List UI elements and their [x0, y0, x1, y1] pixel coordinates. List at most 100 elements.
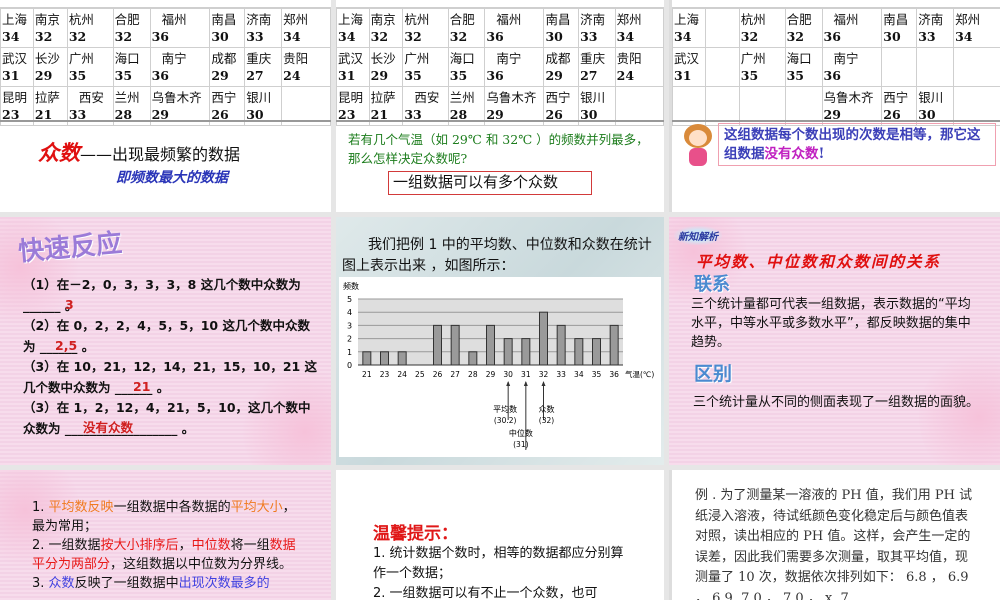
- table-cell: 长沙 29: [32, 47, 68, 87]
- exercise-answer: 2,5: [55, 338, 78, 353]
- temperature-value: [707, 67, 738, 84]
- temperature-value: 31: [2, 68, 20, 83]
- city-name: 南京: [370, 12, 396, 27]
- exercise-text: （3）在 10，21，12，14，21，15，10，21 这几个数中众数为 __…: [23, 359, 318, 395]
- summary-highlight: 众数: [48, 576, 75, 591]
- table-cell: 广州 35: [66, 47, 114, 87]
- x-tick-label: 34: [574, 370, 584, 379]
- city-name: 武汉: [338, 51, 364, 66]
- summary-text-segment: 将一组: [230, 538, 270, 553]
- bar: [468, 351, 478, 366]
- bar: [592, 338, 601, 366]
- city-name: 合肥: [114, 12, 140, 27]
- summary-point: 2. 一组数据按大小排序后，中位数将一组数据平分为两部分，这组数据以中位数为分界…: [32, 536, 300, 574]
- city-name: 郑州: [955, 12, 981, 27]
- temperature-value: [883, 67, 915, 84]
- table-cell: 郑州 34: [614, 8, 664, 48]
- table-top-row: [672, 0, 1000, 8]
- no-mode-note: 这组数据每个数出现的次数是相等，那它这组数据没有众数!: [718, 123, 996, 166]
- no-mode-highlight: 没有众数: [764, 146, 819, 162]
- slide-6-thumbnail[interactable]: 新知解析 平均数、中位数和众数间的关系 联系 三个统计量都可代表一组数据，表示数…: [669, 217, 1000, 465]
- table-bottom-rule: [672, 120, 1000, 122]
- table-cell: 南宁 36: [149, 47, 211, 87]
- city-name: [741, 89, 784, 106]
- table-row: 上海 34 南京 32 杭州 32 合肥 32 福州 36 南昌 30 济南 33 郑州 34: [0, 8, 331, 48]
- slide-3-thumbnail[interactable]: 上海 34 杭州 32 合肥 32 福州 36 南昌 30 济南 33 郑州 34 武汉 31 广州 35 海口…: [669, 0, 1000, 212]
- city-name: 南昌: [545, 12, 571, 27]
- bar: [521, 338, 531, 366]
- slide-7-thumbnail[interactable]: 1. 平均数反映一组数据中各数据的平均大小，最为常用； 2. 一组数据按大小排序后…: [0, 470, 331, 600]
- new-knowledge-badge: 新知解析: [674, 226, 722, 245]
- table-cell: 武汉 31: [0, 47, 34, 87]
- city-name: 银川: [918, 90, 944, 105]
- city-name: 南宁: [161, 51, 187, 66]
- city-name: 广州: [68, 51, 94, 66]
- city-name: 上海: [674, 12, 700, 27]
- no-mode-note-end: !: [818, 146, 825, 162]
- connection-text: 三个统计量都可代表一组数据，表示数据的“平均水平，中等水平或多数水平”，都反映数…: [691, 297, 971, 350]
- city-name: 成都: [211, 51, 237, 66]
- city-name: [617, 89, 662, 106]
- city-name: [707, 50, 738, 67]
- city-name: 昆明: [338, 90, 364, 105]
- table-row: 上海 34 南京 32 杭州 32 合肥 32 福州 36 南昌 30 济南 33 郑州 34: [336, 8, 664, 48]
- city-name: 广州: [404, 51, 430, 66]
- arrow-head-icon: [523, 381, 528, 386]
- temperature-value: 27: [580, 68, 598, 83]
- median-value: (31): [513, 440, 528, 449]
- ph-example-text: 例 . 为了测量某一溶液的 PH 值，我们用 PH 试纸浸入溶液，待试纸颜色变化…: [695, 488, 973, 600]
- summary-highlight: 出现次数最多的: [178, 576, 270, 591]
- mean-label: 平均数: [493, 404, 517, 414]
- city-temperature-table-partial: 上海 34 杭州 32 合肥 32 福州 36 南昌 30 济南 33 郑州 34 武汉 31 广州 35 海口…: [672, 8, 1000, 126]
- city-name: 西宁: [545, 90, 571, 105]
- slide-2-thumbnail[interactable]: 上海 34 南京 32 杭州 32 合肥 32 福州 36 南昌 30 济南 33 郑州 34 武汉 31 长沙 29…: [336, 0, 664, 212]
- slide-9-thumbnail[interactable]: 例 . 为了测量某一溶液的 PH 值，我们用 PH 试纸浸入溶液，待试纸颜色变化…: [669, 470, 1000, 600]
- tie-question: 若有几个气温（如 29℃ 和 32℃ ）的频数并列最多，那么怎样决定众数呢?: [348, 132, 649, 166]
- tips-title: 温馨提示：: [373, 524, 458, 544]
- slide-8-thumbnail[interactable]: 温馨提示： 1. 统计数据个数时，相等的数据都应分别算作一个数据； 2. 一组数…: [336, 470, 664, 600]
- temperature-value: 31: [674, 68, 692, 83]
- city-name: [283, 89, 329, 106]
- city-name: 福州: [833, 12, 859, 27]
- temperature-value: 32: [370, 29, 389, 44]
- table-cell: 上海 34: [336, 8, 370, 48]
- connection-heading: 联系: [694, 274, 730, 295]
- city-name: 南昌: [883, 12, 909, 27]
- temperature-value: 35: [404, 68, 422, 83]
- mode-term: 众数: [38, 140, 80, 165]
- temperature-value: 32: [114, 29, 133, 44]
- table-cell: 福州 36: [149, 8, 211, 48]
- city-name: 海口: [114, 51, 140, 66]
- temperature-value: 34: [338, 29, 356, 44]
- city-name: [674, 89, 704, 106]
- summary-highlight: 平均大小: [230, 500, 283, 515]
- x-tick-label: 36: [609, 370, 619, 379]
- arrow-head-icon: [506, 381, 511, 386]
- table-cell: [704, 8, 740, 48]
- summary-text-segment: 3.: [32, 576, 49, 591]
- temperature-value: 34: [616, 29, 635, 44]
- summary-text-segment: 1.: [32, 500, 49, 515]
- summary-highlight: 按大小排序后: [100, 538, 179, 553]
- slide-5-thumbnail[interactable]: 我们把例 1 中的平均数、中位数和众数在统计图上表示出来 ，如图所示： 0123…: [336, 217, 664, 465]
- chart-panel: 0 1 2 3 4 5 频数 21 23 24 25 26 27 28 29 30 31 32 33 34 35 36 气温…: [339, 277, 661, 457]
- summary-text-segment: 一组数据中各数据的: [113, 500, 231, 515]
- city-name: 上海: [338, 12, 364, 27]
- city-name: 上海: [2, 12, 28, 27]
- city-name: [955, 89, 1000, 106]
- slide-4-thumbnail[interactable]: 快速反应 （1）在－2，0，3，3，3，8 这几个数中众数为 ______ 。 3…: [0, 217, 331, 465]
- mode-label: 众数: [539, 404, 555, 414]
- city-name: [787, 89, 821, 106]
- temperature-value: 31: [338, 68, 356, 83]
- summary-text: 1. 平均数反映一组数据中各数据的平均大小，最为常用； 2. 一组数据按大小排序后…: [32, 498, 300, 593]
- bar: [397, 351, 407, 366]
- slide-1-thumbnail[interactable]: 上海 34 南京 32 杭州 32 合肥 32 福州 36 南昌 30 济南 33 郑州 34 武汉 31 长沙 29…: [0, 0, 331, 212]
- city-name: 郑州: [283, 12, 309, 27]
- bar: [574, 338, 584, 366]
- y-tick-label: 2: [347, 335, 352, 344]
- x-tick-label: 23: [380, 370, 390, 379]
- table-cell: 南宁 36: [821, 47, 883, 87]
- table-cell: 海口 35: [447, 47, 486, 87]
- city-name: [707, 89, 738, 106]
- no-mode-note-text: 这组数据每个数出现的次数是相等，那它这组数据: [724, 127, 981, 162]
